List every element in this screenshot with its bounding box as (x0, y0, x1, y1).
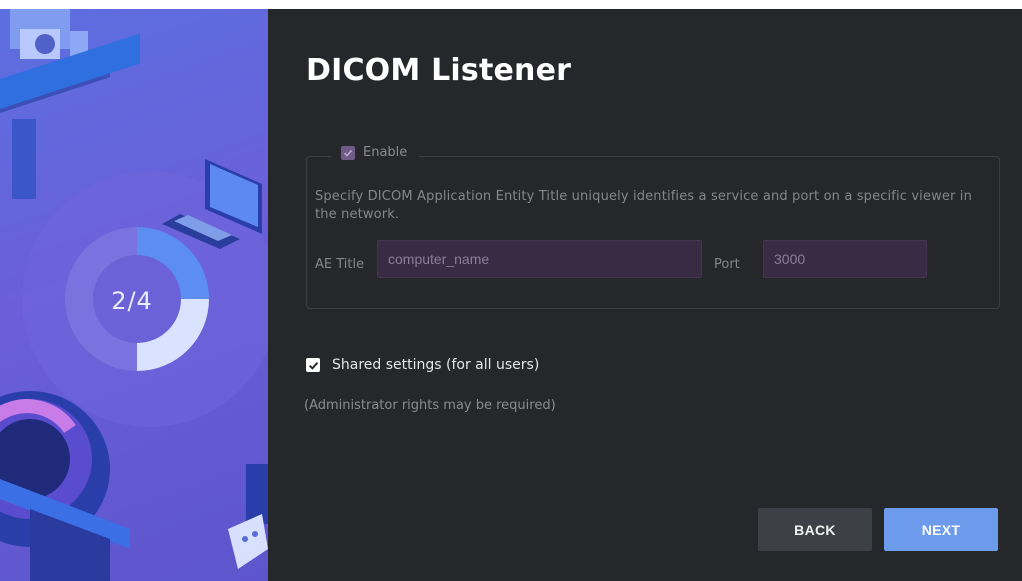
checkmark-icon (343, 149, 353, 157)
back-button[interactable]: BACK (758, 508, 872, 551)
illustration-panel: 2/4 (0, 9, 268, 581)
ae-title-input[interactable]: computer_name (377, 240, 702, 278)
ae-title-label: AE Title (315, 257, 365, 272)
setup-wizard-window: 2/4 DICOM Listener Enable Specify DICOM … (0, 9, 1022, 581)
step-indicator: 2/4 (111, 287, 153, 315)
checkmark-icon (308, 361, 318, 370)
medical-device-icon (228, 464, 268, 569)
main-content: DICOM Listener Enable Specify DICOM Appl… (268, 9, 1022, 581)
ae-title-value: computer_name (388, 251, 490, 267)
enable-checkbox[interactable] (341, 145, 355, 160)
dicom-listener-group: Enable Specify DICOM Application Entity … (306, 145, 1000, 309)
listener-description: Specify DICOM Application Entity Title u… (315, 189, 972, 222)
page-title: DICOM Listener (306, 53, 572, 88)
shared-settings-label: Shared settings (for all users) (332, 357, 540, 373)
xray-machine-icon (0, 9, 140, 199)
admin-rights-note: (Administrator rights may be required) (304, 398, 556, 413)
port-input[interactable]: 3000 (763, 240, 927, 278)
enable-label: Enable (363, 145, 408, 160)
enable-legend: Enable (331, 145, 420, 160)
port-value: 3000 (774, 251, 806, 267)
port-label: Port (714, 257, 740, 272)
shared-settings-option[interactable]: Shared settings (for all users) (306, 357, 539, 373)
shared-settings-checkbox[interactable] (306, 358, 320, 372)
next-button[interactable]: NEXT (884, 508, 998, 551)
